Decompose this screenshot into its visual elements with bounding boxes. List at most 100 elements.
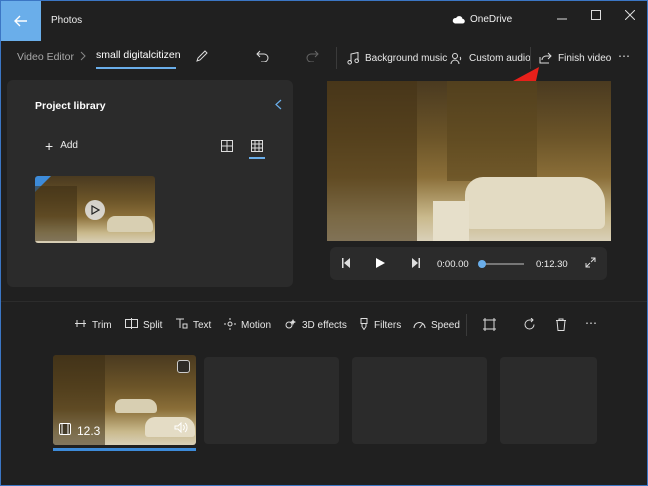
fullscreen-button[interactable] [585, 257, 596, 271]
snowy-path-shape [433, 201, 469, 241]
cloud-icon [452, 15, 465, 24]
crop-frame-icon [483, 318, 496, 334]
play-button[interactable] [376, 258, 385, 271]
film-strip-icon [59, 423, 71, 438]
speedometer-icon [413, 319, 426, 332]
speed-button[interactable]: Speed [413, 314, 460, 336]
next-frame-button[interactable] [410, 258, 421, 271]
step-forward-icon [410, 258, 421, 271]
project-name-underline [96, 67, 176, 69]
more-options-icon[interactable]: ⋯ [618, 49, 631, 63]
split-icon [125, 318, 138, 332]
chevron-right-icon [80, 51, 86, 64]
project-library-panel: Project library + Add [7, 80, 293, 287]
seek-slider[interactable] [478, 260, 524, 268]
building-shape [35, 186, 77, 241]
seek-thumb[interactable] [478, 260, 486, 268]
library-video-thumbnail[interactable] [35, 176, 155, 243]
add-button[interactable]: + Add [45, 137, 78, 154]
previous-frame-button[interactable] [341, 258, 352, 271]
play-circle-icon[interactable] [85, 200, 105, 220]
3d-effects-icon [285, 318, 297, 333]
resize-button[interactable] [483, 318, 496, 334]
close-icon [624, 9, 636, 23]
text-button[interactable]: Text [175, 314, 211, 336]
maximize-icon [591, 9, 601, 23]
volume-icon[interactable] [174, 421, 188, 436]
custom-audio-label: Custom audio [469, 52, 531, 64]
add-label: Add [60, 140, 78, 151]
motion-label: Motion [241, 319, 272, 331]
rotate-icon [523, 317, 536, 334]
large-grid-view-button[interactable] [221, 140, 233, 155]
small-grid-view-button[interactable] [249, 138, 265, 159]
background-music-button[interactable]: Background music [347, 46, 447, 70]
building-left-shape [327, 81, 417, 241]
storyboard-clip[interactable]: 12.3 [53, 355, 196, 445]
back-button[interactable] [1, 1, 41, 41]
view-selected-indicator [249, 157, 265, 159]
split-label: Split [143, 319, 163, 331]
video-preview[interactable] [327, 81, 611, 241]
total-time: 0:12.30 [536, 259, 568, 270]
3d-effects-button[interactable]: 3D effects [285, 314, 347, 336]
step-back-icon [341, 258, 352, 271]
project-library-title: Project library [35, 100, 106, 112]
grid-large-icon [221, 140, 233, 155]
delete-button[interactable] [555, 318, 567, 334]
grid-small-icon [251, 140, 263, 155]
breadcrumb-root[interactable]: Video Editor [17, 51, 74, 63]
redo-icon [305, 48, 319, 62]
close-button[interactable] [613, 1, 647, 31]
empty-storyboard-slot [204, 357, 339, 444]
onedrive-status[interactable]: OneDrive [452, 14, 512, 25]
clip-duration-label: 12.3 [77, 423, 101, 438]
arrow-left-icon [14, 15, 28, 27]
minimize-button[interactable] [545, 1, 579, 31]
undo-icon [256, 48, 270, 62]
onedrive-label: OneDrive [470, 14, 513, 25]
text-icon [175, 318, 188, 332]
collapse-library-button[interactable] [275, 99, 282, 113]
redo-button[interactable] [305, 48, 319, 65]
finish-video-label: Finish video [558, 52, 612, 64]
select-clip-checkbox[interactable] [177, 360, 190, 373]
plus-icon: + [45, 137, 54, 154]
filters-button[interactable]: Filters [359, 314, 401, 336]
trim-icon [74, 318, 87, 332]
app-title: Photos [51, 15, 83, 26]
car-shape [107, 216, 153, 232]
edit-tools-divider [466, 314, 467, 336]
3d-effects-label: 3D effects [302, 319, 347, 331]
filters-label: Filters [374, 319, 402, 331]
text-label: Text [193, 319, 212, 331]
rotate-button[interactable] [523, 317, 536, 334]
playback-controls: 0:00.00 0:12.30 [330, 247, 607, 280]
split-button[interactable]: Split [125, 314, 162, 336]
more-tools-icon[interactable]: ⋯ [585, 316, 598, 330]
clip-selected-indicator [53, 448, 196, 451]
maximize-button[interactable] [579, 1, 613, 31]
title-bar: Photos OneDrive [1, 1, 647, 41]
minimize-icon [557, 9, 567, 23]
rename-button[interactable] [195, 49, 209, 66]
trim-button[interactable]: Trim [74, 314, 112, 336]
filters-icon [359, 317, 369, 333]
pencil-icon [195, 49, 209, 63]
photos-window: Photos OneDrive Video Editor small digit… [0, 0, 648, 486]
project-name[interactable]: small digitalcitizen [96, 49, 181, 61]
empty-storyboard-slot [352, 357, 487, 444]
empty-storyboard-slot [500, 357, 597, 444]
expand-icon [585, 257, 596, 271]
play-icon [376, 258, 385, 271]
speed-label: Speed [431, 319, 460, 331]
motion-icon [224, 317, 236, 333]
trash-icon [555, 318, 567, 334]
panel-divider [1, 301, 647, 302]
suv-shape [465, 177, 605, 229]
undo-button[interactable] [256, 48, 270, 65]
clip-duration: 12.3 [59, 423, 100, 438]
motion-button[interactable]: Motion [224, 314, 271, 336]
current-time: 0:00.00 [437, 259, 469, 270]
audio-person-icon [450, 52, 463, 65]
